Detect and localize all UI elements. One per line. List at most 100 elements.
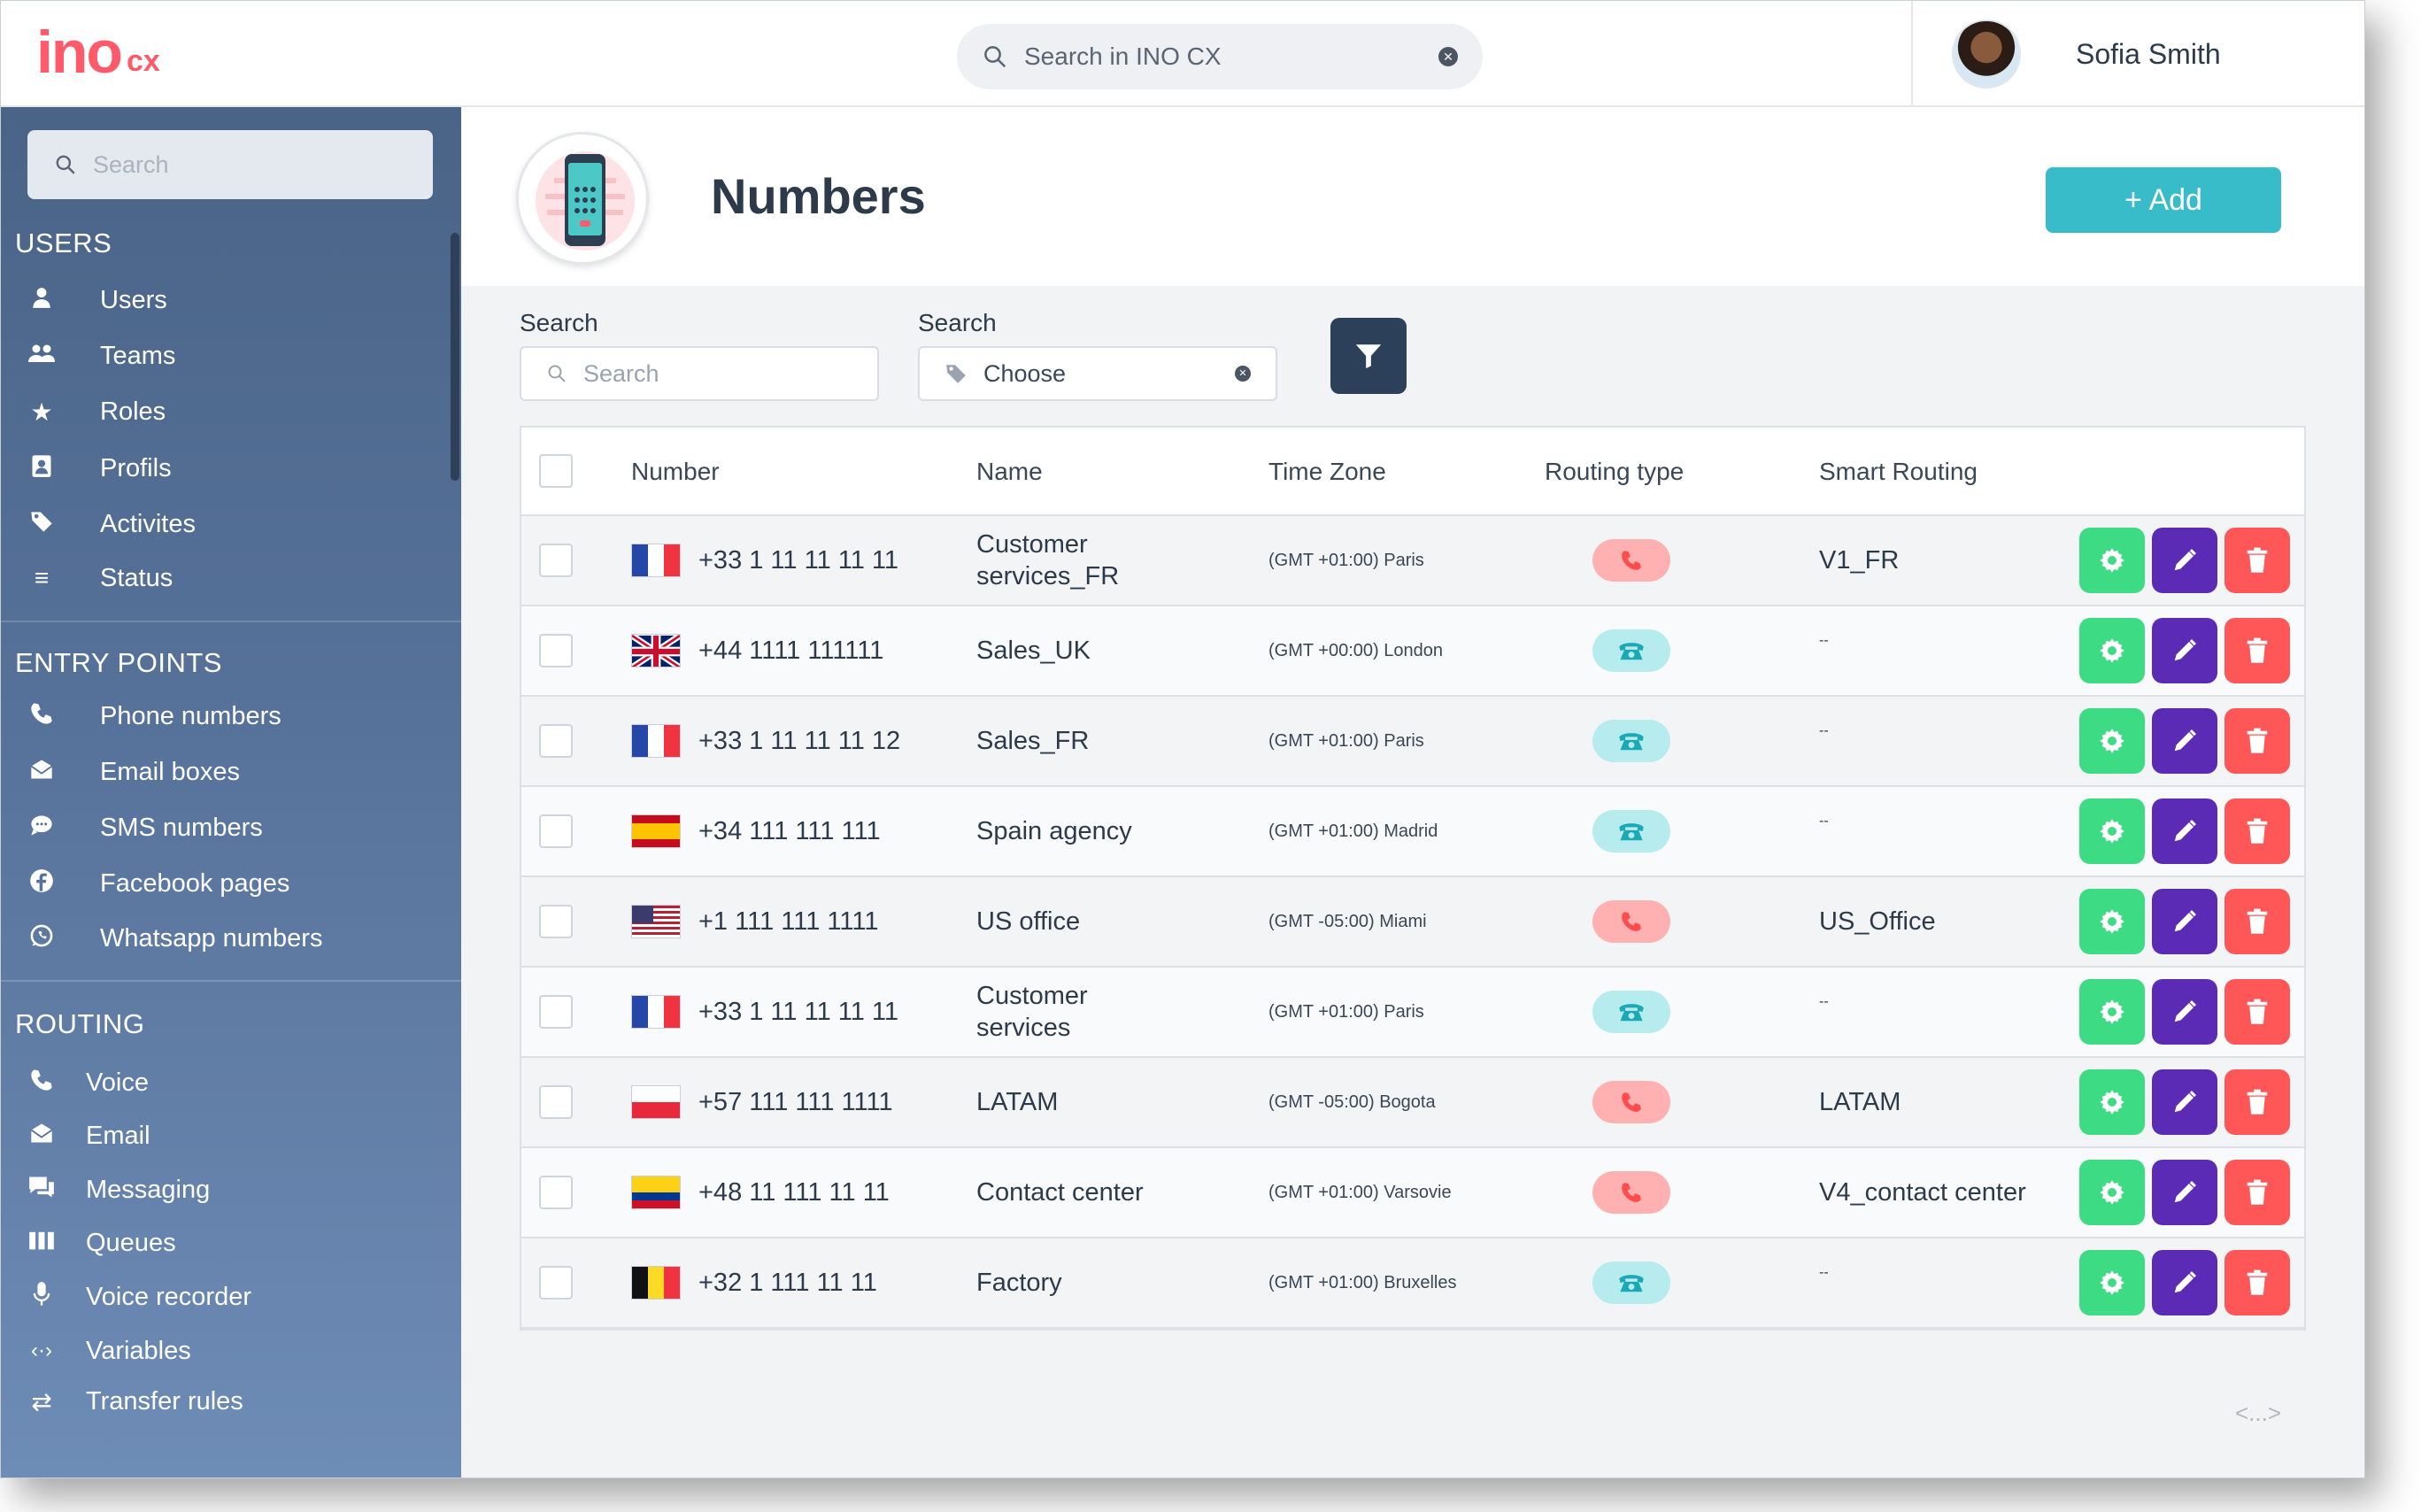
flag-es-icon	[631, 814, 681, 848]
select-all-checkbox[interactable]	[539, 454, 573, 488]
row-checkbox[interactable]	[539, 1085, 573, 1119]
delete-button[interactable]	[2224, 708, 2290, 774]
sidebar-item-email[interactable]: Email	[1, 1111, 443, 1161]
edit-button[interactable]	[2152, 889, 2217, 954]
table-row[interactable]: +1 111 111 1111 US office (GMT -05:00) M…	[521, 877, 2304, 968]
sidebar-item-sms-numbers[interactable]: SMS numbers	[1, 803, 443, 852]
sidebar-item-profils[interactable]: Profils	[1, 444, 443, 493]
table-row[interactable]: +33 1 11 11 11 12 Sales_FR (GMT +01:00) …	[521, 697, 2304, 787]
flag-pl-icon	[631, 1085, 681, 1119]
sidebar-item-roles[interactable]: ★ Roles	[1, 387, 443, 436]
column-header-smart-routing[interactable]: Smart Routing	[1819, 458, 1978, 486]
column-header-number[interactable]: Number	[631, 458, 720, 486]
user-menu[interactable]: Sofia Smith	[1911, 1, 2364, 107]
filter-search[interactable]	[520, 346, 879, 401]
sidebar-item-phone-numbers[interactable]: Phone numbers	[1, 691, 443, 741]
row-checkbox[interactable]	[539, 544, 573, 577]
table-row[interactable]: +48 11 111 11 11 Contact center (GMT +01…	[521, 1148, 2304, 1238]
table-row[interactable]: +32 1 111 11 11 Factory (GMT +01:00) Bru…	[521, 1238, 2304, 1329]
table-row[interactable]: +57 111 111 1111 LATAM (GMT -05:00) Bogo…	[521, 1058, 2304, 1148]
table-row[interactable]: +44 1111 111111 Sales_UK (GMT +00:00) Lo…	[521, 606, 2304, 697]
gear-icon	[2099, 637, 2125, 664]
filter-search-input[interactable]	[583, 359, 852, 388]
clear-filter-icon[interactable]: ✕	[1235, 366, 1251, 382]
sidebar-item-voice-recorder[interactable]: Voice recorder	[1, 1272, 443, 1322]
time-zone: (GMT +01:00) Madrid	[1268, 821, 1438, 841]
telephone-icon	[1617, 729, 1646, 752]
time-zone: (GMT +01:00) Paris	[1268, 550, 1424, 570]
table-row[interactable]: +34 111 111 111 Spain agency (GMT +01:00…	[521, 787, 2304, 877]
sidebar-item-activites[interactable]: Activites	[1, 499, 443, 549]
sidebar-item-voice[interactable]: Voice	[1, 1058, 443, 1107]
profile-icon	[24, 453, 59, 484]
sidebar-item-status[interactable]: ≡ Status	[1, 553, 443, 603]
edit-button[interactable]	[2152, 798, 2217, 864]
app-window: ino cx ✕ Sofia Smith USERS Users	[0, 0, 2365, 1478]
edit-button[interactable]	[2152, 1250, 2217, 1315]
settings-button[interactable]	[2079, 1160, 2145, 1225]
settings-button[interactable]	[2079, 798, 2145, 864]
row-checkbox[interactable]	[539, 1176, 573, 1209]
row-checkbox[interactable]	[539, 724, 573, 758]
trash-icon	[2246, 1269, 2269, 1296]
column-header-routing-type[interactable]: Routing type	[1545, 458, 1684, 486]
sidebar-item-variables[interactable]: ‹·› Variables	[1, 1326, 443, 1376]
sidebar-item-users[interactable]: Users	[1, 275, 443, 325]
sidebar-item-label: Queues	[86, 1228, 176, 1257]
pagination[interactable]: <...>	[2235, 1400, 2281, 1427]
trash-icon	[2246, 1179, 2269, 1206]
sidebar-search[interactable]	[27, 130, 433, 199]
row-checkbox[interactable]	[539, 634, 573, 667]
sidebar-item-teams[interactable]: Teams	[1, 331, 443, 381]
row-checkbox[interactable]	[539, 905, 573, 938]
delete-button[interactable]	[2224, 618, 2290, 683]
settings-button[interactable]	[2079, 708, 2145, 774]
delete-button[interactable]	[2224, 889, 2290, 954]
settings-button[interactable]	[2079, 889, 2145, 954]
sidebar-scrollbar[interactable]	[451, 233, 459, 481]
sidebar-item-email-boxes[interactable]: Email boxes	[1, 747, 443, 797]
global-search[interactable]: ✕	[957, 24, 1483, 89]
phone-icon	[1620, 549, 1643, 572]
sidebar-item-transfer-rules[interactable]: ⇄ Transfer rules	[1, 1377, 443, 1426]
sidebar-item-facebook-pages[interactable]: Facebook pages	[1, 859, 443, 908]
filter-button[interactable]	[1330, 318, 1407, 394]
ino-cx-logo[interactable]: ino cx	[36, 22, 160, 82]
row-checkbox[interactable]	[539, 814, 573, 848]
sidebar-item-messaging[interactable]: Messaging	[1, 1165, 443, 1215]
sidebar-item-queues[interactable]: Queues	[1, 1218, 443, 1268]
delete-button[interactable]	[2224, 798, 2290, 864]
edit-button[interactable]	[2152, 1160, 2217, 1225]
edit-button[interactable]	[2152, 979, 2217, 1045]
sidebar-search-input[interactable]	[93, 150, 406, 179]
phone-number: +44 1111 111111	[698, 636, 884, 665]
table-row[interactable]: +33 1 11 11 11 11 Customer services (GMT…	[521, 968, 2304, 1058]
edit-button[interactable]	[2152, 1069, 2217, 1135]
delete-button[interactable]	[2224, 528, 2290, 593]
global-search-input[interactable]	[1024, 42, 1438, 71]
column-header-name[interactable]: Name	[976, 458, 1043, 486]
edit-button[interactable]	[2152, 708, 2217, 774]
delete-button[interactable]	[2224, 1160, 2290, 1225]
settings-button[interactable]	[2079, 1250, 2145, 1315]
filter-category-label: Search	[918, 309, 997, 336]
table-row[interactable]: +33 1 11 11 11 11 Customer services_FR (…	[521, 516, 2304, 606]
avatar[interactable]	[1952, 19, 2021, 89]
settings-button[interactable]	[2079, 1069, 2145, 1135]
delete-button[interactable]	[2224, 1069, 2290, 1135]
edit-button[interactable]	[2152, 528, 2217, 593]
settings-button[interactable]	[2079, 979, 2145, 1045]
sidebar-item-whatsapp-numbers[interactable]: Whatsapp numbers	[1, 914, 443, 963]
settings-button[interactable]	[2079, 528, 2145, 593]
row-checkbox[interactable]	[539, 995, 573, 1029]
edit-button[interactable]	[2152, 618, 2217, 683]
add-button[interactable]: + Add	[2046, 167, 2281, 233]
clear-search-icon[interactable]: ✕	[1438, 47, 1458, 66]
row-checkbox[interactable]	[539, 1266, 573, 1300]
routing-type-badge	[1592, 720, 1670, 762]
settings-button[interactable]	[2079, 618, 2145, 683]
filter-category-select[interactable]: Choose ✕	[918, 346, 1277, 401]
column-header-time-zone[interactable]: Time Zone	[1268, 458, 1386, 486]
delete-button[interactable]	[2224, 979, 2290, 1045]
delete-button[interactable]	[2224, 1250, 2290, 1315]
